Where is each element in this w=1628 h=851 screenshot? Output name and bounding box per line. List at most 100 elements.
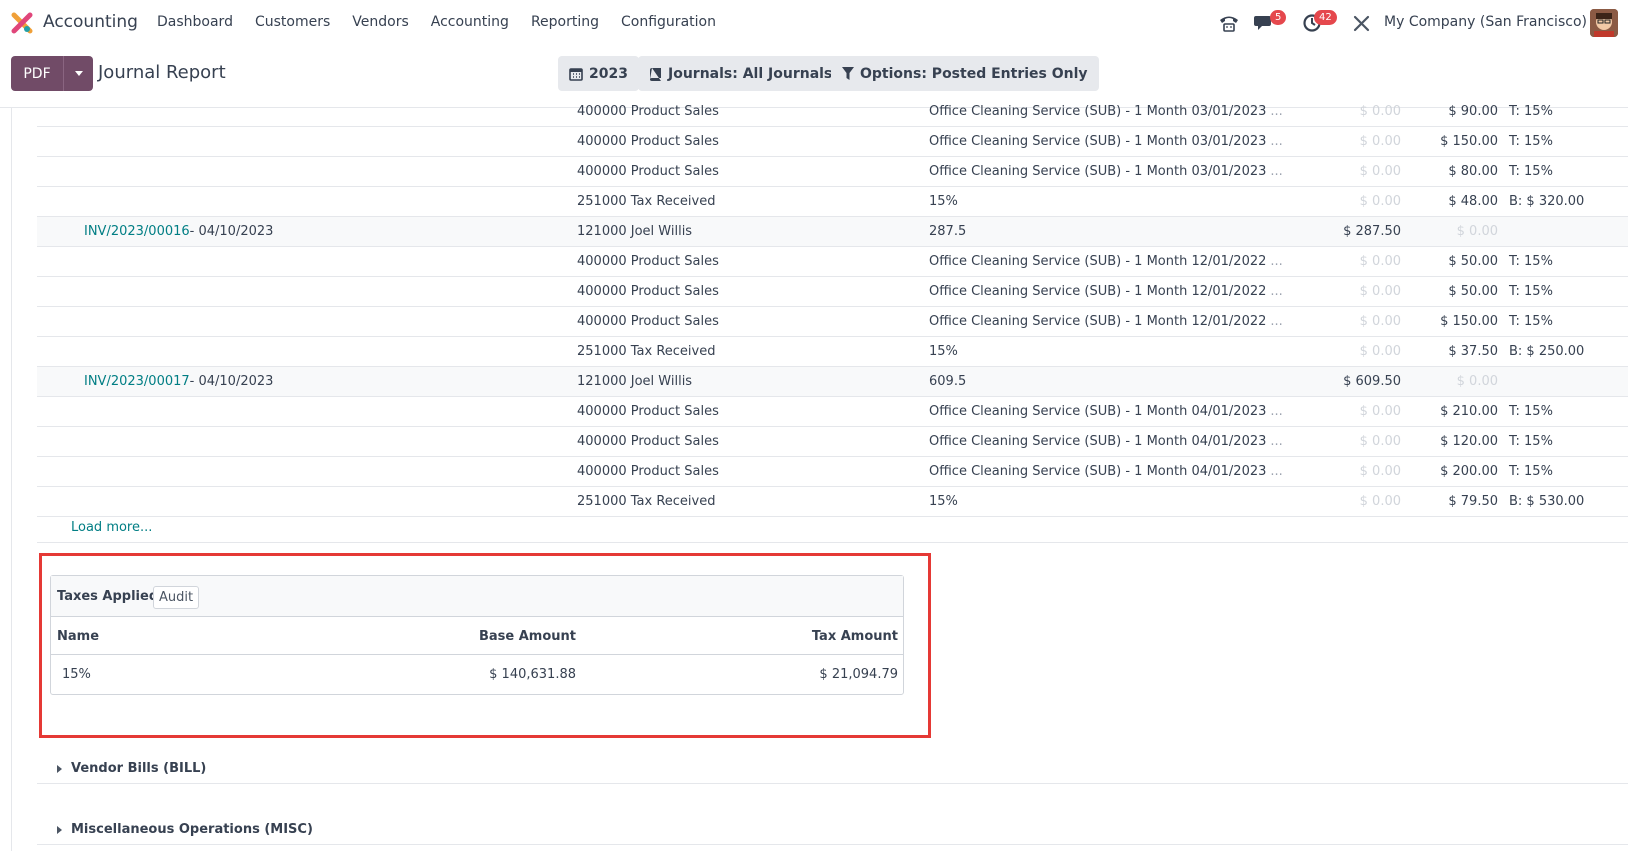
account-cell: 400000 Product Sales [577, 404, 719, 419]
user-avatar[interactable] [1590, 9, 1618, 37]
table-row: 400000 Product Sales Office Cleaning Serv… [37, 277, 1628, 307]
ellipsis-icon: ... [1270, 314, 1283, 329]
ellipsis-icon: ... [1270, 404, 1283, 419]
divider [37, 542, 1628, 543]
ellipsis-icon: ... [1270, 464, 1283, 479]
label-cell: Office Cleaning Service (SUB) - 1 Month … [929, 434, 1283, 449]
table-row: 251000 Tax Received 15% $ 0.00 $ 48.00 B: $ … [37, 187, 1628, 217]
move-header-row: INV/2023/00016- 04/10/2023 121000 Joel Wi… [37, 217, 1628, 247]
account-cell: 251000 Tax Received [577, 494, 716, 509]
app-name[interactable]: Accounting [43, 12, 138, 32]
account-cell: 400000 Product Sales [577, 164, 719, 179]
account-cell: 400000 Product Sales [577, 254, 719, 269]
journals-filter-label: Journals: All Journals [668, 65, 833, 82]
taxes-applied-header: Taxes Applied Audit [51, 576, 903, 617]
account-cell: 400000 Product Sales [577, 464, 719, 479]
label-text: Office Cleaning Service (SUB) - 1 Month … [929, 164, 1267, 179]
options-filter-button[interactable]: Options: Posted Entries Only [831, 56, 1099, 91]
section-title: Miscellaneous Operations (MISC) [71, 822, 313, 837]
menu-vendors[interactable]: Vendors [352, 14, 408, 30]
tax-cell: B: $ 530.00 [1509, 494, 1585, 509]
label-cell: 15% [929, 494, 958, 509]
caret-down-icon [74, 71, 83, 76]
debit-cell: $ 0.00 [1359, 104, 1401, 119]
label-cell: Office Cleaning Service (SUB) - 1 Month … [929, 254, 1283, 269]
label-cell: Office Cleaning Service (SUB) - 1 Month … [929, 464, 1283, 479]
move-cell: INV/2023/00017- 04/10/2023 [84, 374, 273, 389]
credit-cell: $ 150.00 [1440, 134, 1498, 149]
date-filter-label: 2023 [589, 65, 628, 82]
table-row: 400000 Product Sales Office Cleaning Serv… [37, 427, 1628, 457]
ellipsis-icon: ... [1270, 284, 1283, 299]
credit-cell: $ 37.50 [1448, 344, 1498, 359]
debit-cell: $ 0.00 [1359, 134, 1401, 149]
phone-icon[interactable] [1218, 13, 1240, 33]
account-cell: 400000 Product Sales [577, 104, 719, 119]
tax-cell: B: $ 320.00 [1509, 194, 1585, 209]
account-cell: 400000 Product Sales [577, 134, 719, 149]
debit-cell: $ 0.00 [1359, 464, 1401, 479]
label-text: 15% [929, 194, 958, 209]
section-misc-operations[interactable]: Miscellaneous Operations (MISC) [37, 815, 1628, 845]
pdf-dropdown-toggle[interactable] [63, 56, 93, 91]
avatar-face-icon [1590, 9, 1618, 37]
audit-button[interactable]: Audit [153, 586, 200, 609]
tax-name: 15% [62, 667, 91, 682]
page-title: Journal Report [98, 62, 226, 83]
tax-cell: T: 15% [1509, 134, 1553, 149]
col-base-amount: Base Amount [478, 629, 576, 644]
debit-cell: $ 0.00 [1359, 494, 1401, 509]
tax-tax-amount: $ 21,094.79 [819, 667, 898, 682]
section-vendor-bills[interactable]: Vendor Bills (BILL) [37, 754, 1628, 784]
move-link[interactable]: INV/2023/00017 [84, 374, 190, 389]
label-text: 609.5 [929, 374, 967, 389]
caret-right-icon [57, 765, 62, 773]
credit-cell: $ 79.50 [1448, 494, 1498, 509]
section-title: Vendor Bills (BILL) [71, 761, 207, 776]
load-more-link[interactable]: Load more... [71, 520, 152, 535]
tax-cell: B: $ 250.00 [1509, 344, 1585, 359]
filter-icon [842, 67, 854, 80]
pdf-button[interactable]: PDF [11, 56, 63, 91]
credit-cell: $ 120.00 [1440, 434, 1498, 449]
menu-customers[interactable]: Customers [255, 14, 330, 30]
debit-cell: $ 0.00 [1359, 434, 1401, 449]
debit-cell: $ 609.50 [1343, 374, 1401, 389]
move-link[interactable]: INV/2023/00016 [84, 224, 190, 239]
label-cell: Office Cleaning Service (SUB) - 1 Month … [929, 314, 1283, 329]
label-cell: Office Cleaning Service (SUB) - 1 Month … [929, 284, 1283, 299]
credit-cell: $ 90.00 [1448, 104, 1498, 119]
tax-cell: T: 15% [1509, 434, 1553, 449]
account-cell: 121000 Joel Willis [577, 224, 693, 239]
menu-accounting[interactable]: Accounting [431, 14, 509, 30]
caret-right-icon [57, 826, 62, 834]
table-row: 400000 Product Sales Office Cleaning Serv… [37, 397, 1628, 427]
accounting-app-icon[interactable] [11, 12, 33, 34]
taxes-column-headers: Name Base Amount Tax Amount [51, 617, 903, 655]
date-filter-button[interactable]: 2023 [558, 56, 639, 91]
report-left-border [11, 108, 12, 851]
label-text: 15% [929, 494, 958, 509]
account-cell: 400000 Product Sales [577, 434, 719, 449]
label-text: Office Cleaning Service (SUB) - 1 Month … [929, 464, 1267, 479]
move-date: - 04/10/2023 [189, 374, 274, 389]
taxes-applied-title: Taxes Applied [57, 589, 159, 604]
tax-cell: T: 15% [1509, 104, 1553, 119]
move-date: - 04/10/2023 [189, 224, 274, 239]
debit-cell: $ 0.00 [1359, 404, 1401, 419]
menu-reporting[interactable]: Reporting [531, 14, 599, 30]
credit-cell: $ 200.00 [1440, 464, 1498, 479]
company-switcher[interactable]: My Company (San Francisco) [1384, 14, 1587, 30]
debug-tools-icon[interactable] [1353, 15, 1370, 32]
label-cell: Office Cleaning Service (SUB) - 1 Month … [929, 104, 1283, 119]
journals-filter-button[interactable]: Journals: All Journals [638, 56, 844, 91]
table-row: 400000 Product Sales Office Cleaning Serv… [37, 247, 1628, 277]
credit-cell: $ 80.00 [1448, 164, 1498, 179]
label-cell: 287.5 [929, 224, 966, 239]
ellipsis-icon: ... [1270, 164, 1283, 179]
col-name: Name [57, 629, 100, 644]
menu-dashboard[interactable]: Dashboard [157, 14, 233, 30]
label-cell: 609.5 [929, 374, 966, 389]
col-tax-amount: Tax Amount [811, 629, 898, 644]
menu-configuration[interactable]: Configuration [621, 14, 716, 30]
